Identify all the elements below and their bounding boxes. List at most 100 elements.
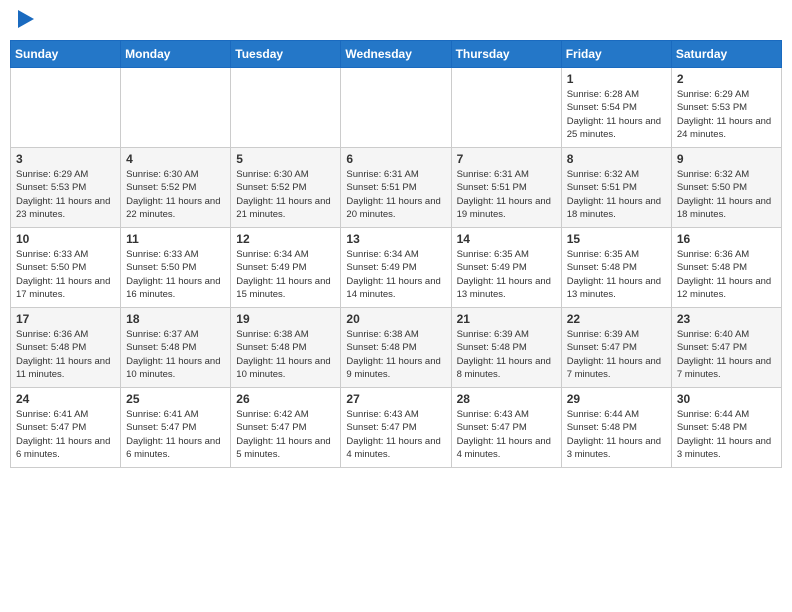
calendar-day-cell: 28 Sunrise: 6:43 AM Sunset: 5:47 PM Dayli… — [451, 388, 561, 468]
day-info: Sunrise: 6:32 AM Sunset: 5:51 PM Dayligh… — [567, 168, 666, 221]
calendar-header-row: SundayMondayTuesdayWednesdayThursdayFrid… — [11, 41, 782, 68]
day-info: Sunrise: 6:32 AM Sunset: 5:50 PM Dayligh… — [677, 168, 776, 221]
calendar-day-cell: 20 Sunrise: 6:38 AM Sunset: 5:48 PM Dayli… — [341, 308, 451, 388]
calendar-day-cell: 5Sunrise: 6:30 AM Sunset: 5:52 PM Daylig… — [231, 148, 341, 228]
calendar-day-cell: 4 Sunrise: 6:30 AM Sunset: 5:52 PM Daylig… — [121, 148, 231, 228]
day-info: Sunrise: 6:38 AM Sunset: 5:48 PM Dayligh… — [236, 328, 335, 381]
day-number: 9 — [677, 152, 776, 166]
calendar-week-row: 24 Sunrise: 6:41 AM Sunset: 5:47 PM Dayli… — [11, 388, 782, 468]
day-info: Sunrise: 6:38 AM Sunset: 5:48 PM Dayligh… — [346, 328, 445, 381]
day-info: Sunrise: 6:30 AM Sunset: 5:52 PM Dayligh… — [236, 168, 335, 221]
day-header-thursday: Thursday — [451, 41, 561, 68]
day-number: 1 — [567, 72, 666, 86]
day-info: Sunrise: 6:44 AM Sunset: 5:48 PM Dayligh… — [567, 408, 666, 461]
page-header — [10, 10, 782, 32]
day-info: Sunrise: 6:28 AM Sunset: 5:54 PM Dayligh… — [567, 88, 666, 141]
calendar-day-cell: 18 Sunrise: 6:37 AM Sunset: 5:48 PM Dayli… — [121, 308, 231, 388]
calendar-week-row: 17 Sunrise: 6:36 AM Sunset: 5:48 PM Dayli… — [11, 308, 782, 388]
calendar-day-cell: 9 Sunrise: 6:32 AM Sunset: 5:50 PM Daylig… — [671, 148, 781, 228]
day-header-wednesday: Wednesday — [341, 41, 451, 68]
day-info: Sunrise: 6:35 AM Sunset: 5:48 PM Dayligh… — [567, 248, 666, 301]
day-info: Sunrise: 6:43 AM Sunset: 5:47 PM Dayligh… — [457, 408, 556, 461]
day-number: 4 — [126, 152, 225, 166]
day-info: Sunrise: 6:39 AM Sunset: 5:48 PM Dayligh… — [457, 328, 556, 381]
day-number: 18 — [126, 312, 225, 326]
calendar-day-cell: 2 Sunrise: 6:29 AM Sunset: 5:53 PM Daylig… — [671, 68, 781, 148]
calendar-day-cell — [11, 68, 121, 148]
calendar-week-row: 3Sunrise: 6:29 AM Sunset: 5:53 PM Daylig… — [11, 148, 782, 228]
day-info: Sunrise: 6:31 AM Sunset: 5:51 PM Dayligh… — [346, 168, 445, 221]
calendar-day-cell — [341, 68, 451, 148]
day-number: 2 — [677, 72, 776, 86]
day-number: 16 — [677, 232, 776, 246]
day-number: 12 — [236, 232, 335, 246]
calendar-day-cell: 22 Sunrise: 6:39 AM Sunset: 5:47 PM Dayli… — [561, 308, 671, 388]
calendar-day-cell — [231, 68, 341, 148]
day-number: 25 — [126, 392, 225, 406]
day-number: 20 — [346, 312, 445, 326]
day-number: 3 — [16, 152, 115, 166]
calendar-day-cell: 16Sunrise: 6:36 AM Sunset: 5:48 PM Dayli… — [671, 228, 781, 308]
day-info: Sunrise: 6:34 AM Sunset: 5:49 PM Dayligh… — [236, 248, 335, 301]
logo — [14, 10, 34, 32]
day-header-tuesday: Tuesday — [231, 41, 341, 68]
day-number: 10 — [16, 232, 115, 246]
day-number: 19 — [236, 312, 335, 326]
day-number: 26 — [236, 392, 335, 406]
day-info: Sunrise: 6:30 AM Sunset: 5:52 PM Dayligh… — [126, 168, 225, 221]
day-number: 21 — [457, 312, 556, 326]
day-number: 27 — [346, 392, 445, 406]
calendar-day-cell: 21 Sunrise: 6:39 AM Sunset: 5:48 PM Dayli… — [451, 308, 561, 388]
day-header-sunday: Sunday — [11, 41, 121, 68]
calendar-day-cell: 17 Sunrise: 6:36 AM Sunset: 5:48 PM Dayli… — [11, 308, 121, 388]
calendar-day-cell: 12 Sunrise: 6:34 AM Sunset: 5:49 PM Dayli… — [231, 228, 341, 308]
calendar-day-cell: 7 Sunrise: 6:31 AM Sunset: 5:51 PM Daylig… — [451, 148, 561, 228]
day-number: 7 — [457, 152, 556, 166]
day-info: Sunrise: 6:41 AM Sunset: 5:47 PM Dayligh… — [16, 408, 115, 461]
logo-arrow-icon — [18, 10, 34, 28]
calendar-day-cell — [451, 68, 561, 148]
day-info: Sunrise: 6:33 AM Sunset: 5:50 PM Dayligh… — [16, 248, 115, 301]
day-header-friday: Friday — [561, 41, 671, 68]
day-number: 17 — [16, 312, 115, 326]
calendar-day-cell: 30 Sunrise: 6:44 AM Sunset: 5:48 PM Dayli… — [671, 388, 781, 468]
day-info: Sunrise: 6:40 AM Sunset: 5:47 PM Dayligh… — [677, 328, 776, 381]
calendar-day-cell: 1 Sunrise: 6:28 AM Sunset: 5:54 PM Daylig… — [561, 68, 671, 148]
calendar-day-cell: 8Sunrise: 6:32 AM Sunset: 5:51 PM Daylig… — [561, 148, 671, 228]
day-info: Sunrise: 6:34 AM Sunset: 5:49 PM Dayligh… — [346, 248, 445, 301]
calendar-day-cell: 10 Sunrise: 6:33 AM Sunset: 5:50 PM Dayli… — [11, 228, 121, 308]
calendar-week-row: 1 Sunrise: 6:28 AM Sunset: 5:54 PM Daylig… — [11, 68, 782, 148]
day-number: 24 — [16, 392, 115, 406]
calendar-day-cell: 15 Sunrise: 6:35 AM Sunset: 5:48 PM Dayli… — [561, 228, 671, 308]
day-number: 15 — [567, 232, 666, 246]
day-number: 30 — [677, 392, 776, 406]
day-info: Sunrise: 6:31 AM Sunset: 5:51 PM Dayligh… — [457, 168, 556, 221]
calendar-day-cell: 13 Sunrise: 6:34 AM Sunset: 5:49 PM Dayli… — [341, 228, 451, 308]
day-info: Sunrise: 6:35 AM Sunset: 5:49 PM Dayligh… — [457, 248, 556, 301]
calendar-day-cell: 6Sunrise: 6:31 AM Sunset: 5:51 PM Daylig… — [341, 148, 451, 228]
day-number: 22 — [567, 312, 666, 326]
calendar-day-cell: 29Sunrise: 6:44 AM Sunset: 5:48 PM Dayli… — [561, 388, 671, 468]
day-info: Sunrise: 6:39 AM Sunset: 5:47 PM Dayligh… — [567, 328, 666, 381]
day-number: 13 — [346, 232, 445, 246]
day-number: 28 — [457, 392, 556, 406]
calendar-day-cell: 26 Sunrise: 6:42 AM Sunset: 5:47 PM Dayli… — [231, 388, 341, 468]
day-info: Sunrise: 6:44 AM Sunset: 5:48 PM Dayligh… — [677, 408, 776, 461]
calendar-week-row: 10 Sunrise: 6:33 AM Sunset: 5:50 PM Dayli… — [11, 228, 782, 308]
day-info: Sunrise: 6:42 AM Sunset: 5:47 PM Dayligh… — [236, 408, 335, 461]
day-info: Sunrise: 6:36 AM Sunset: 5:48 PM Dayligh… — [16, 328, 115, 381]
day-info: Sunrise: 6:33 AM Sunset: 5:50 PM Dayligh… — [126, 248, 225, 301]
day-number: 14 — [457, 232, 556, 246]
calendar-day-cell: 11 Sunrise: 6:33 AM Sunset: 5:50 PM Dayli… — [121, 228, 231, 308]
day-header-saturday: Saturday — [671, 41, 781, 68]
calendar-day-cell: 3Sunrise: 6:29 AM Sunset: 5:53 PM Daylig… — [11, 148, 121, 228]
day-info: Sunrise: 6:37 AM Sunset: 5:48 PM Dayligh… — [126, 328, 225, 381]
calendar-day-cell: 14 Sunrise: 6:35 AM Sunset: 5:49 PM Dayli… — [451, 228, 561, 308]
day-info: Sunrise: 6:41 AM Sunset: 5:47 PM Dayligh… — [126, 408, 225, 461]
calendar-day-cell: 19 Sunrise: 6:38 AM Sunset: 5:48 PM Dayli… — [231, 308, 341, 388]
day-number: 11 — [126, 232, 225, 246]
calendar-day-cell: 27Sunrise: 6:43 AM Sunset: 5:47 PM Dayli… — [341, 388, 451, 468]
calendar-day-cell: 23Sunrise: 6:40 AM Sunset: 5:47 PM Dayli… — [671, 308, 781, 388]
day-header-monday: Monday — [121, 41, 231, 68]
day-info: Sunrise: 6:29 AM Sunset: 5:53 PM Dayligh… — [677, 88, 776, 141]
